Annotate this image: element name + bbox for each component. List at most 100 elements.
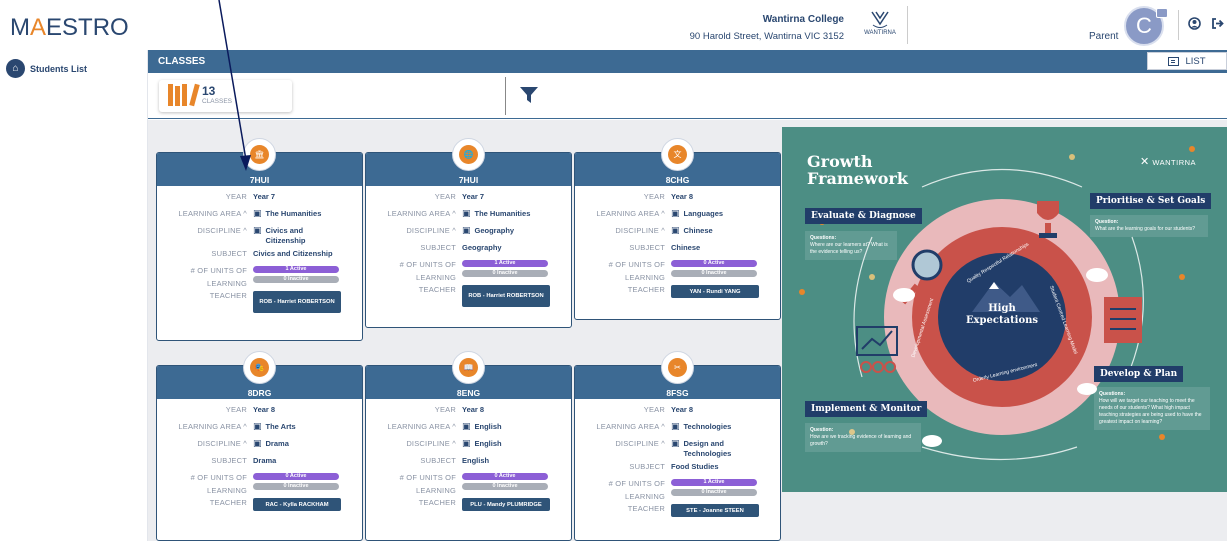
stage-title: Implement & Monitor: [805, 401, 928, 417]
discipline-icon: ▣: [462, 225, 471, 235]
learning-area: Technologies: [683, 422, 732, 431]
field-label: SUBJECT: [420, 243, 456, 252]
class-year: Year 7: [462, 192, 485, 201]
field-label: DISCIPLINE ^: [406, 439, 456, 448]
field-label: SUBJECT: [629, 462, 665, 471]
classes-count-card[interactable]: 13 CLASSES: [159, 80, 292, 112]
subject-badge-icon: 文: [661, 138, 694, 171]
field-label: # OF UNITS OF LEARNING: [608, 260, 665, 282]
field-label: LEARNING AREA ^: [178, 422, 247, 431]
stage-question: Questions: How will we target our teachin…: [1094, 387, 1210, 430]
learning-area-icon: ▣: [462, 421, 471, 431]
inactive-units-badge: 0 Inactive: [462, 270, 548, 277]
learning-area: The Humanities: [265, 209, 322, 218]
avatar-badge-icon: [1156, 8, 1168, 18]
active-units-badge: 0 Active: [462, 473, 548, 480]
teacher-button[interactable]: RAC - Kylla RACKHAM: [253, 498, 341, 511]
field-label: # OF UNITS OF LEARNING: [190, 473, 247, 495]
class-year: Year 8: [671, 405, 694, 414]
field-label: TEACHER: [418, 498, 456, 507]
learning-area-icon: ▣: [671, 421, 680, 431]
list-view-button[interactable]: LIST: [1147, 52, 1227, 70]
sidebar-item-students-list[interactable]: ⌂ Students List: [6, 59, 87, 78]
subject: English: [462, 456, 490, 465]
class-card[interactable]: 🎭 8DRG YEAR Year 8 LEARNING AREA ^ ▣ The Ar…: [156, 351, 363, 541]
class-card[interactable]: ✂ 8FSG YEAR Year 8 LEARNING AREA ^ ▣ Techno…: [574, 351, 781, 541]
stage-question: Questions: Where are our learners at? Wha…: [805, 231, 897, 260]
field-label: SUBJECT: [629, 243, 665, 252]
poster-title: Growth Framework: [807, 152, 908, 188]
school-info: Wantirna College 90 Harold Street, Wanti…: [690, 14, 844, 42]
subject: Food Studies: [671, 462, 719, 471]
field-label: LEARNING AREA ^: [178, 209, 247, 218]
toolbar: 13 CLASSES: [148, 73, 1227, 119]
field-label: # OF UNITS OF LEARNING: [608, 479, 665, 501]
discipline: Design and Technologies: [683, 439, 732, 458]
field-label: TEACHER: [627, 285, 665, 294]
poster-center-text: High Expectations: [965, 303, 1039, 326]
sidebar-item-label: Students List: [30, 63, 88, 74]
subject-badge-icon: 🌐: [452, 138, 485, 171]
school-name: Wantirna College: [762, 14, 844, 25]
discipline: Drama: [265, 439, 289, 448]
teacher-button[interactable]: STE - Joanne STEEN: [671, 504, 759, 517]
teacher-button[interactable]: ROB - Harriet ROBERTSON: [253, 291, 341, 313]
class-card[interactable]: 🏛 7HUI YEAR Year 7 LEARNING AREA ^ ▣ The Hu…: [156, 138, 363, 341]
profile-icon[interactable]: [1188, 17, 1201, 33]
subject: Chinese: [671, 243, 701, 252]
discipline-icon: ▣: [671, 225, 680, 235]
subject: Drama: [253, 456, 277, 465]
toolbar-divider: [505, 77, 506, 115]
subject-badge-icon: 🏛: [243, 138, 276, 171]
field-label: YEAR: [225, 405, 247, 414]
poster-logo: ✕ WANTIRNA: [1140, 156, 1197, 168]
class-card[interactable]: 文 8CHG YEAR Year 8 LEARNING AREA ^ ▣ Langua…: [574, 138, 781, 320]
header-divider: [1178, 10, 1179, 40]
app-logo[interactable]: MAESTRO: [10, 14, 129, 42]
user-role-label: Parent: [1089, 31, 1119, 42]
field-label: TEACHER: [418, 285, 456, 294]
teacher-button[interactable]: ROB - Harriet ROBERTSON: [462, 285, 550, 307]
active-units-badge: 0 Active: [671, 260, 757, 267]
logout-icon[interactable]: [1211, 17, 1225, 33]
learning-area-icon: ▣: [462, 208, 471, 218]
learning-area-icon: ▣: [253, 208, 262, 218]
subject-badge-icon: ✂: [661, 351, 694, 384]
field-label: LEARNING AREA ^: [387, 209, 456, 218]
subject-badge-icon: 🎭: [243, 351, 276, 384]
discipline-icon: ▣: [253, 225, 262, 235]
top-bar: MAESTRO Wantirna College 90 Harold Stree…: [0, 0, 1227, 50]
class-year: Year 8: [253, 405, 276, 414]
stage-question: Question: How are we tracking evidence of…: [805, 423, 921, 452]
class-card[interactable]: 🌐 7HUI YEAR Year 7 LEARNING AREA ^ ▣ The Hu…: [365, 138, 572, 328]
class-year: Year 8: [671, 192, 694, 201]
discipline: English: [474, 439, 502, 448]
field-label: TEACHER: [627, 504, 665, 513]
field-label: YEAR: [434, 192, 456, 201]
inactive-units-badge: 0 Inactive: [671, 489, 757, 496]
field-label: SUBJECT: [420, 456, 456, 465]
field-label: YEAR: [643, 405, 665, 414]
teacher-button[interactable]: PLU - Mandy PLUMRIDGE: [462, 498, 550, 511]
learning-area-icon: ▣: [671, 208, 680, 218]
active-units-badge: 1 Active: [671, 479, 757, 486]
field-label: # OF UNITS OF LEARNING: [399, 473, 456, 495]
field-label: TEACHER: [209, 291, 247, 300]
field-label: # OF UNITS OF LEARNING: [190, 266, 247, 288]
home-icon: ⌂: [6, 59, 25, 78]
discipline: Chinese: [683, 226, 713, 235]
field-label: LEARNING AREA ^: [387, 422, 456, 431]
section-header: CLASSES: [148, 50, 1227, 73]
stage-title: Evaluate & Diagnose: [805, 208, 922, 224]
learning-area: Languages: [683, 209, 724, 218]
field-label: SUBJECT: [211, 456, 247, 465]
field-label: DISCIPLINE ^: [197, 439, 247, 448]
teacher-button[interactable]: YAN - Rundi YANG: [671, 285, 759, 298]
discipline-icon: ▣: [253, 438, 262, 448]
field-label: SUBJECT: [211, 249, 247, 258]
discipline: Geography: [474, 226, 515, 235]
class-year: Year 7: [253, 192, 276, 201]
books-icon: [168, 83, 200, 107]
discipline: Civics and Citizenship: [265, 226, 306, 245]
class-card[interactable]: 📖 8ENG YEAR Year 8 LEARNING AREA ^ ▣ Englis…: [365, 351, 572, 541]
